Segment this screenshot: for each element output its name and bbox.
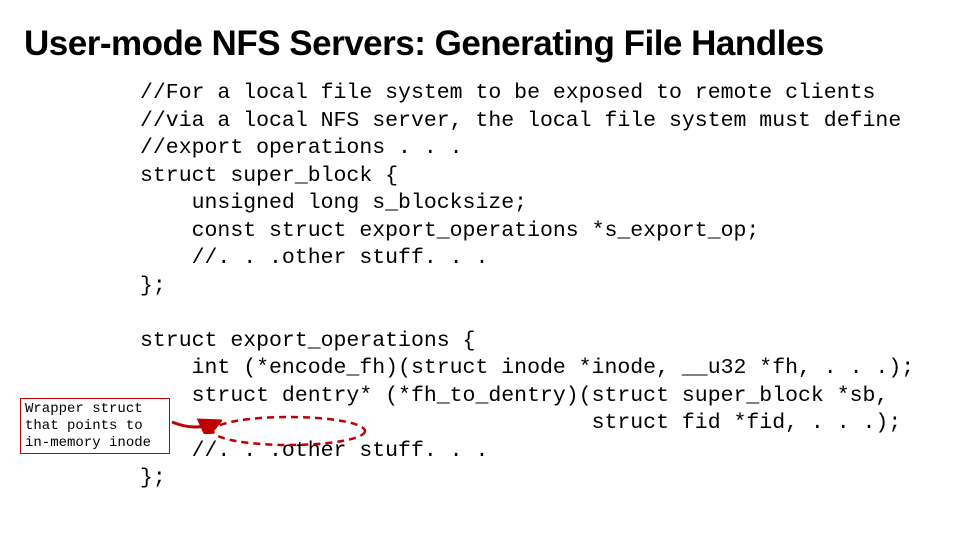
callout-annotation: Wrapper struct that points to in-memory … xyxy=(20,398,170,454)
slide: User-mode NFS Servers: Generating File H… xyxy=(0,0,960,540)
callout-line: that points to xyxy=(25,418,165,435)
code-line: //. . .other stuff. . . xyxy=(140,246,488,270)
highlight-ellipse-icon xyxy=(210,414,368,448)
code-line: //export operations . . . xyxy=(140,136,463,160)
code-line: unsigned long s_blocksize; xyxy=(140,191,527,215)
code-line: //via a local NFS server, the local file… xyxy=(140,109,901,133)
code-line: }; xyxy=(140,466,166,490)
code-line: struct export_operations { xyxy=(140,329,475,353)
code-line: }; xyxy=(140,274,166,298)
code-line: struct super_block { xyxy=(140,164,398,188)
code-line: int (*encode_fh)(struct inode *inode, __… xyxy=(140,356,914,380)
slide-title: User-mode NFS Servers: Generating File H… xyxy=(24,24,936,64)
code-line: //For a local file system to be exposed … xyxy=(140,81,875,105)
callout-line: in-memory inode xyxy=(25,435,165,452)
code-line: struct dentry* (*fh_to_dentry)(struct su… xyxy=(140,384,888,408)
callout-line: Wrapper struct xyxy=(25,401,165,418)
code-line: const struct export_operations *s_export… xyxy=(140,219,759,243)
